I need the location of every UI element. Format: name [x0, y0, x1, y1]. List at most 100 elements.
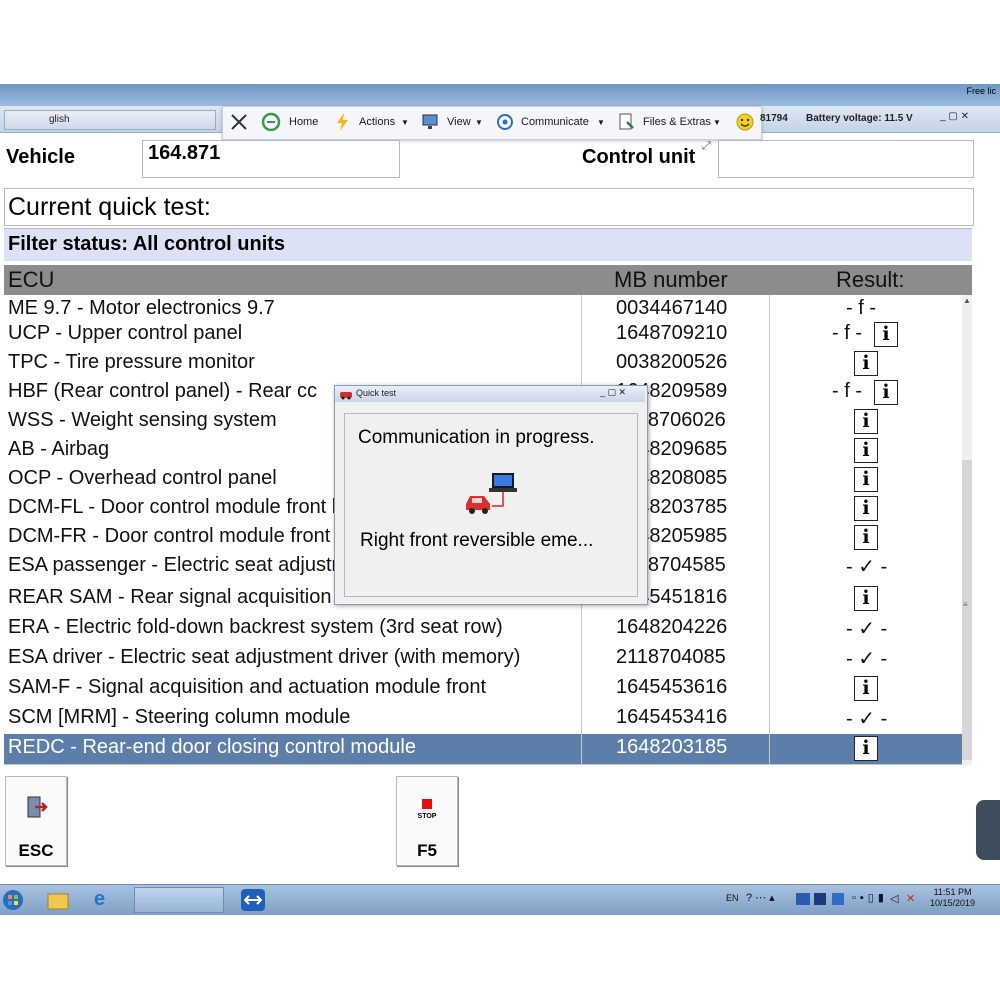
table-row[interactable]: ESA driver - Electric seat adjustment dr…: [4, 644, 962, 675]
taskbar-app-button[interactable]: [134, 887, 224, 913]
folder-icon[interactable]: [46, 889, 70, 911]
mb-number: 0034467140: [616, 297, 728, 319]
free-license-text: Free lic: [966, 86, 996, 96]
info-icon[interactable]: i: [874, 380, 898, 405]
mb-number: 1645453616: [616, 676, 728, 698]
info-icon[interactable]: i: [854, 438, 878, 463]
language-tab[interactable]: glish: [4, 110, 216, 130]
info-icon[interactable]: i: [854, 496, 878, 521]
info-icon[interactable]: i: [874, 322, 898, 347]
system-tray-icons[interactable]: ▫▪▯▮: [852, 891, 888, 904]
info-icon[interactable]: i: [854, 525, 878, 550]
table-row[interactable]: UCP - Upper control panel 1648709210 - f -…: [4, 320, 962, 350]
dialog-message: Communication in progress.: [358, 427, 595, 448]
close-icon[interactable]: [229, 112, 249, 132]
system-clock[interactable]: 11:51 PM 10/15/2019: [930, 887, 975, 909]
language-indicator[interactable]: EN: [726, 893, 739, 903]
ecu-name: UCP - Upper control panel: [8, 322, 243, 344]
monitor-icon: [422, 114, 438, 129]
mb-number: 1648204226: [616, 616, 728, 638]
files-extras-menu[interactable]: Files & Extras: [643, 116, 711, 128]
column-header-ecu[interactable]: ECU: [8, 267, 54, 293]
table-row[interactable]: ERA - Electric fold-down backrest system…: [4, 614, 962, 645]
communicate-menu[interactable]: Communicate: [521, 116, 589, 128]
tray-app-icon[interactable]: [832, 893, 844, 905]
internet-explorer-icon[interactable]: e: [94, 888, 105, 911]
f5-button-label: F5: [417, 841, 437, 860]
teamviewer-icon[interactable]: [240, 888, 266, 912]
control-unit-label: Control unit: [582, 146, 696, 168]
result-text: - ✓ -: [846, 618, 888, 640]
dialog-title: Quick test: [356, 388, 397, 398]
column-header-mb-number[interactable]: MB number: [614, 267, 728, 293]
exit-door-icon: [27, 796, 48, 818]
ecu-name: DCM-FR - Door control module front right: [8, 525, 375, 547]
result-cell: i: [770, 436, 962, 465]
ecu-name: SAM-F - Signal acquisition and actuation…: [8, 676, 487, 698]
result-cell: i: [770, 584, 962, 613]
filter-status-text: Filter status: All control units: [8, 233, 286, 255]
car-laptop-communication-icon: [466, 473, 517, 514]
column-divider: [581, 295, 582, 320]
scrollbar-thumb[interactable]: [962, 460, 972, 760]
quick-test-icon: [340, 392, 352, 400]
table-row[interactable]: ME 9.7 - Motor electronics 9.7 0034467140…: [4, 295, 962, 321]
table-row[interactable]: SCM [MRM] - Steering column module 164545…: [4, 704, 962, 735]
window-controls[interactable]: _ ▢ ✕: [940, 111, 969, 122]
browser-top-strip: [0, 84, 1000, 106]
scroll-up-icon[interactable]: ▲: [963, 296, 971, 305]
windows-start-icon[interactable]: [2, 888, 24, 912]
dialog-window-controls[interactable]: _ ▢ ✕: [600, 387, 626, 398]
info-icon[interactable]: i: [854, 467, 878, 492]
ecu-name: OCP - Overhead control panel: [8, 467, 277, 489]
volume-icon[interactable]: ◁: [890, 892, 898, 905]
result-cell: i: [770, 349, 962, 378]
battery-voltage: Battery voltage: 11.5 V: [806, 113, 913, 124]
table-row[interactable]: REDC - Rear-end door closing control mod…: [4, 734, 962, 765]
view-menu[interactable]: View: [447, 116, 471, 128]
column-divider: [581, 674, 582, 704]
result-text: - f -: [832, 380, 862, 402]
side-handle[interactable]: [976, 800, 1000, 860]
clock-date: 10/15/2019: [930, 898, 976, 908]
info-icon[interactable]: i: [854, 586, 878, 611]
toolbar: Home Actions ▼ View ▼ Communicate ▼ File…: [222, 106, 762, 140]
dialog-status: Right front reversible eme...: [360, 530, 594, 551]
result-cell: i: [770, 465, 962, 494]
column-divider: [581, 644, 582, 674]
clock-time: 11:51 PM: [933, 887, 972, 897]
tray-app-icon[interactable]: [796, 893, 810, 905]
ecu-name: TPC - Tire pressure monitor: [8, 351, 255, 373]
info-icon[interactable]: i: [854, 351, 878, 376]
column-divider: [581, 349, 582, 378]
network-icon[interactable]: ✕: [906, 892, 915, 905]
chevron-down-icon: ▼: [475, 118, 483, 127]
smiley-icon[interactable]: [735, 112, 755, 132]
info-icon[interactable]: i: [854, 736, 878, 761]
result-cell: - ✓ -: [770, 644, 962, 673]
home-button[interactable]: Home: [289, 116, 318, 128]
esc-button-label: ESC: [18, 841, 54, 860]
info-icon[interactable]: i: [854, 676, 878, 701]
ecu-name: ESA driver - Electric seat adjustment dr…: [8, 646, 521, 668]
column-divider: [581, 704, 582, 734]
actions-menu[interactable]: Actions: [359, 116, 395, 128]
esc-button[interactable]: ESC: [5, 776, 67, 866]
ecu-name: REDC - Rear-end door closing control mod…: [8, 736, 416, 758]
tray-app-icon[interactable]: [814, 893, 826, 905]
certificate-number: 81794: [760, 113, 788, 124]
ecu-name: DCM-FL - Door control module front left: [8, 496, 359, 518]
expand-icon[interactable]: ⤢: [702, 140, 711, 153]
result-text: - f -: [832, 322, 862, 344]
table-row[interactable]: SAM-F - Signal acquisition and actuation…: [4, 674, 962, 705]
ecu-name: HBF (Rear control panel) - Rear cc: [8, 380, 317, 402]
column-divider: [581, 614, 582, 644]
table-row[interactable]: TPC - Tire pressure monitor 0038200526 i: [4, 349, 962, 379]
column-header-result[interactable]: Result:: [836, 267, 904, 293]
home-icon: [261, 112, 281, 132]
info-icon[interactable]: i: [854, 409, 878, 434]
tray-icons[interactable]: ?⋯▴: [746, 891, 778, 904]
language-tab-label: glish: [49, 114, 70, 125]
f5-stop-button[interactable]: STOP F5: [396, 776, 458, 866]
result-cell: - ✓ -: [770, 552, 962, 581]
